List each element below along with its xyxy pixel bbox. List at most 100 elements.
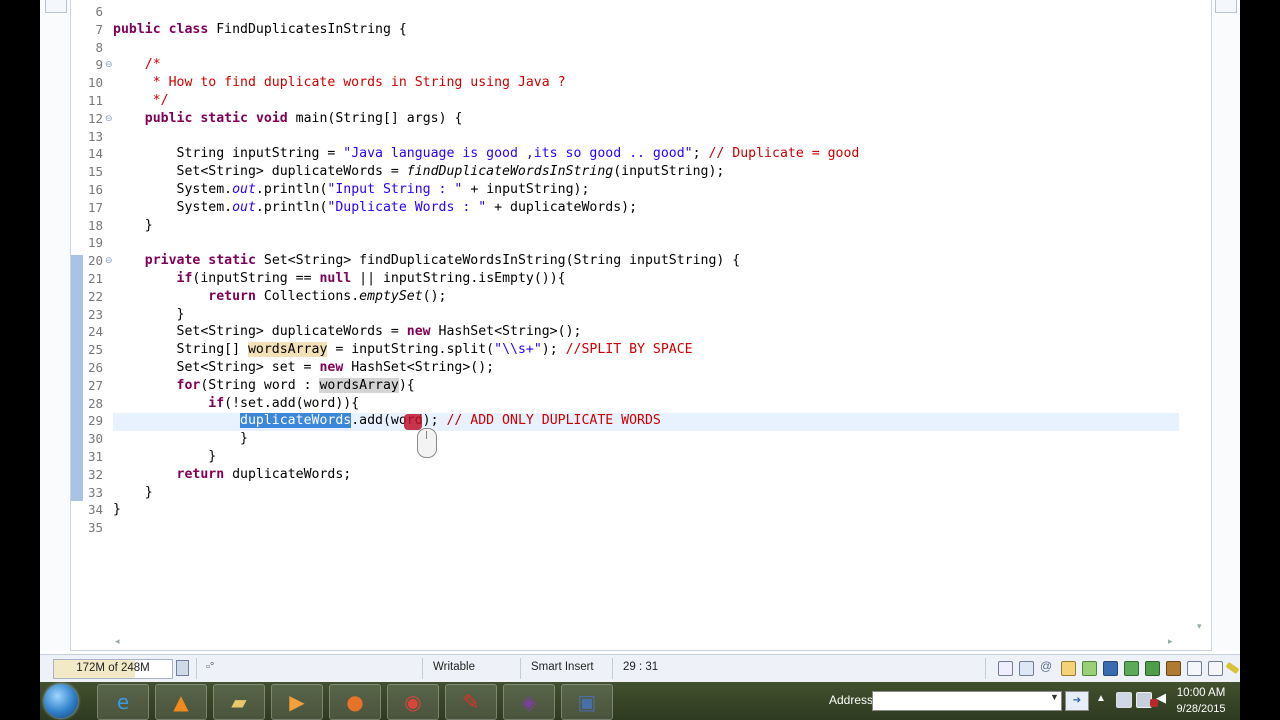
monitor-icon[interactable]	[1103, 661, 1118, 676]
right-letterbox	[1240, 0, 1280, 720]
code-line[interactable]: String[] wordsArray = inputString.split(…	[113, 341, 693, 359]
debug-icon[interactable]	[1166, 661, 1181, 676]
line-number: 14	[87, 146, 103, 162]
taskbar-app-button[interactable]: ✎	[445, 684, 497, 720]
code-line[interactable]: public static void main(String[] args) {	[113, 110, 463, 128]
code-line[interactable]: Set<String> duplicateWords = findDuplica…	[113, 163, 725, 181]
start-button[interactable]	[44, 684, 78, 718]
progress-icon[interactable]: ▫°	[206, 661, 214, 673]
at-sign-icon[interactable]: @	[1040, 659, 1053, 673]
save-disk-icon: ▣	[577, 690, 597, 714]
code-line[interactable]: * How to find duplicate words in String …	[113, 74, 566, 92]
action-center-icon[interactable]	[1116, 692, 1132, 708]
line-number: 21	[87, 271, 103, 286]
fold-collapse-icon[interactable]: ⊖	[105, 56, 113, 74]
code-line[interactable]: public class FindDuplicatesInString {	[113, 21, 407, 39]
taskbar-app-button[interactable]: e	[97, 684, 149, 720]
address-toolbar-label: Address	[829, 693, 874, 707]
line-number: 24	[87, 324, 103, 340]
code-text-area[interactable]: public class FindDuplicatesInString { /*…	[113, 0, 1179, 630]
code-line[interactable]: /*	[113, 56, 161, 74]
address-input[interactable]	[872, 691, 1062, 711]
scroll-right-arrow-icon[interactable]: ▸	[1168, 636, 1173, 647]
outline-icon[interactable]	[1019, 661, 1034, 676]
taskbar-app-button[interactable]: ◈	[503, 684, 555, 720]
doc-icon[interactable]	[998, 661, 1013, 676]
code-line[interactable]: System.out.println("Input String : " + i…	[113, 181, 590, 199]
code-line[interactable]: String inputString = "Java language is g…	[113, 145, 860, 163]
taskbar-app-button[interactable]: ▣	[561, 684, 613, 720]
clock-time[interactable]: 10:00 AM	[1166, 687, 1236, 699]
line-number: 31	[87, 449, 103, 464]
code-line[interactable]: }	[113, 306, 185, 324]
clock-date[interactable]: 9/28/2015	[1166, 703, 1236, 715]
taskbar-app-button[interactable]: ▲	[155, 684, 207, 720]
tray-show-hidden-icon[interactable]: ▲	[1096, 693, 1106, 704]
line-number: 7	[95, 21, 103, 37]
line-number: 29	[87, 413, 103, 429]
line-number: 34	[87, 502, 103, 518]
line-number: 27	[87, 377, 103, 393]
heap-status[interactable]: 172M of 248M	[53, 659, 173, 679]
line-number: 18	[87, 217, 103, 233]
address-go-button[interactable]: ➔	[1065, 691, 1089, 711]
firefox-icon: ●	[346, 690, 364, 714]
code-line[interactable]: return duplicateWords;	[113, 466, 352, 484]
java-editor[interactable]: 6 7 8 9 ⊖ 10 11 12 ⊖ 13 14 15 16 17 18 19 20 ⊖ 21 22 23 24 25 2…	[70, 0, 1212, 651]
code-line[interactable]: }	[113, 448, 216, 466]
taskbar-app-button[interactable]: ▶	[271, 684, 323, 720]
status-separator	[422, 658, 423, 679]
line-number: 8	[95, 39, 103, 55]
code-line[interactable]: private static Set<String> findDuplicate…	[113, 252, 740, 270]
code-line[interactable]: for(String word : wordsArray){	[113, 377, 415, 395]
mouse-pointer	[417, 428, 437, 458]
line-number: 11	[87, 93, 103, 108]
restore-panel-button[interactable]	[45, 0, 67, 13]
explorer-folder-icon: ▰	[231, 690, 247, 714]
code-line[interactable]: duplicateWords.add(word); // ADD ONLY DU…	[113, 412, 661, 430]
code-line[interactable]: Set<String> duplicateWords = new HashSet…	[113, 323, 582, 341]
horizontal-scrollbar[interactable]: ◂ ▸	[113, 636, 1179, 648]
console-icon[interactable]	[1082, 661, 1097, 676]
address-dropdown-icon[interactable]: ▼	[1050, 692, 1059, 702]
line-number: 33	[87, 484, 103, 500]
code-line[interactable]: }	[113, 217, 153, 235]
code-line[interactable]: */	[113, 92, 169, 110]
right-minimized-panel	[1210, 0, 1240, 650]
trash-gc-icon[interactable]	[176, 660, 189, 676]
problems-icon[interactable]	[1145, 661, 1160, 676]
eclipse-window: 6 7 8 9 ⊖ 10 11 12 ⊖ 13 14 15 16 17 18 19 20 ⊖ 21 22 23 24 25 2…	[40, 0, 1240, 720]
line-number: 9	[95, 57, 103, 73]
minimize-view-icon[interactable]	[1187, 661, 1202, 676]
line-number: 17	[87, 199, 103, 215]
fold-collapse-icon[interactable]: ⊖	[105, 110, 113, 128]
line-number: 19	[87, 235, 103, 251]
code-line[interactable]: Set<String> set = new HashSet<String>();	[113, 359, 495, 377]
scroll-left-arrow-icon[interactable]: ◂	[115, 636, 120, 647]
line-number: 10	[87, 75, 103, 91]
code-line[interactable]: }	[113, 430, 248, 448]
code-line[interactable]: }	[113, 484, 153, 502]
code-line[interactable]: return Collections.emptySet();	[113, 288, 446, 306]
line-number: 16	[87, 182, 103, 197]
code-line[interactable]: System.out.println("Duplicate Words : " …	[113, 199, 638, 217]
restore-outline-button[interactable]	[1215, 0, 1237, 13]
vlc-icon: ▲	[173, 690, 189, 714]
fold-collapse-icon[interactable]: ⊖	[105, 252, 113, 270]
pencil-icon[interactable]	[1225, 661, 1240, 675]
taskbar-app-button[interactable]: ◉	[387, 684, 439, 720]
line-number: 22	[87, 288, 103, 304]
code-line[interactable]: if(!set.add(word)){	[113, 395, 359, 413]
eclipse-ide-icon: ◈	[521, 690, 537, 714]
taskbar-app-button[interactable]: ●	[329, 684, 381, 720]
search-results-icon[interactable]	[1061, 661, 1076, 676]
code-line[interactable]: }	[113, 501, 121, 519]
media-player-icon: ▶	[289, 690, 305, 714]
taskbar-app-button[interactable]: ▰	[213, 684, 265, 720]
tasks-icon[interactable]	[1124, 661, 1139, 676]
scroll-down-arrow-icon[interactable]: ▾	[1197, 621, 1202, 632]
code-line[interactable]: if(inputString == null || inputString.is…	[113, 270, 566, 288]
maximize-view-icon[interactable]	[1208, 661, 1223, 676]
line-number: 6	[95, 4, 103, 19]
status-bar: 172M of 248M ▫° Writable Smart Insert 29…	[40, 654, 1240, 683]
